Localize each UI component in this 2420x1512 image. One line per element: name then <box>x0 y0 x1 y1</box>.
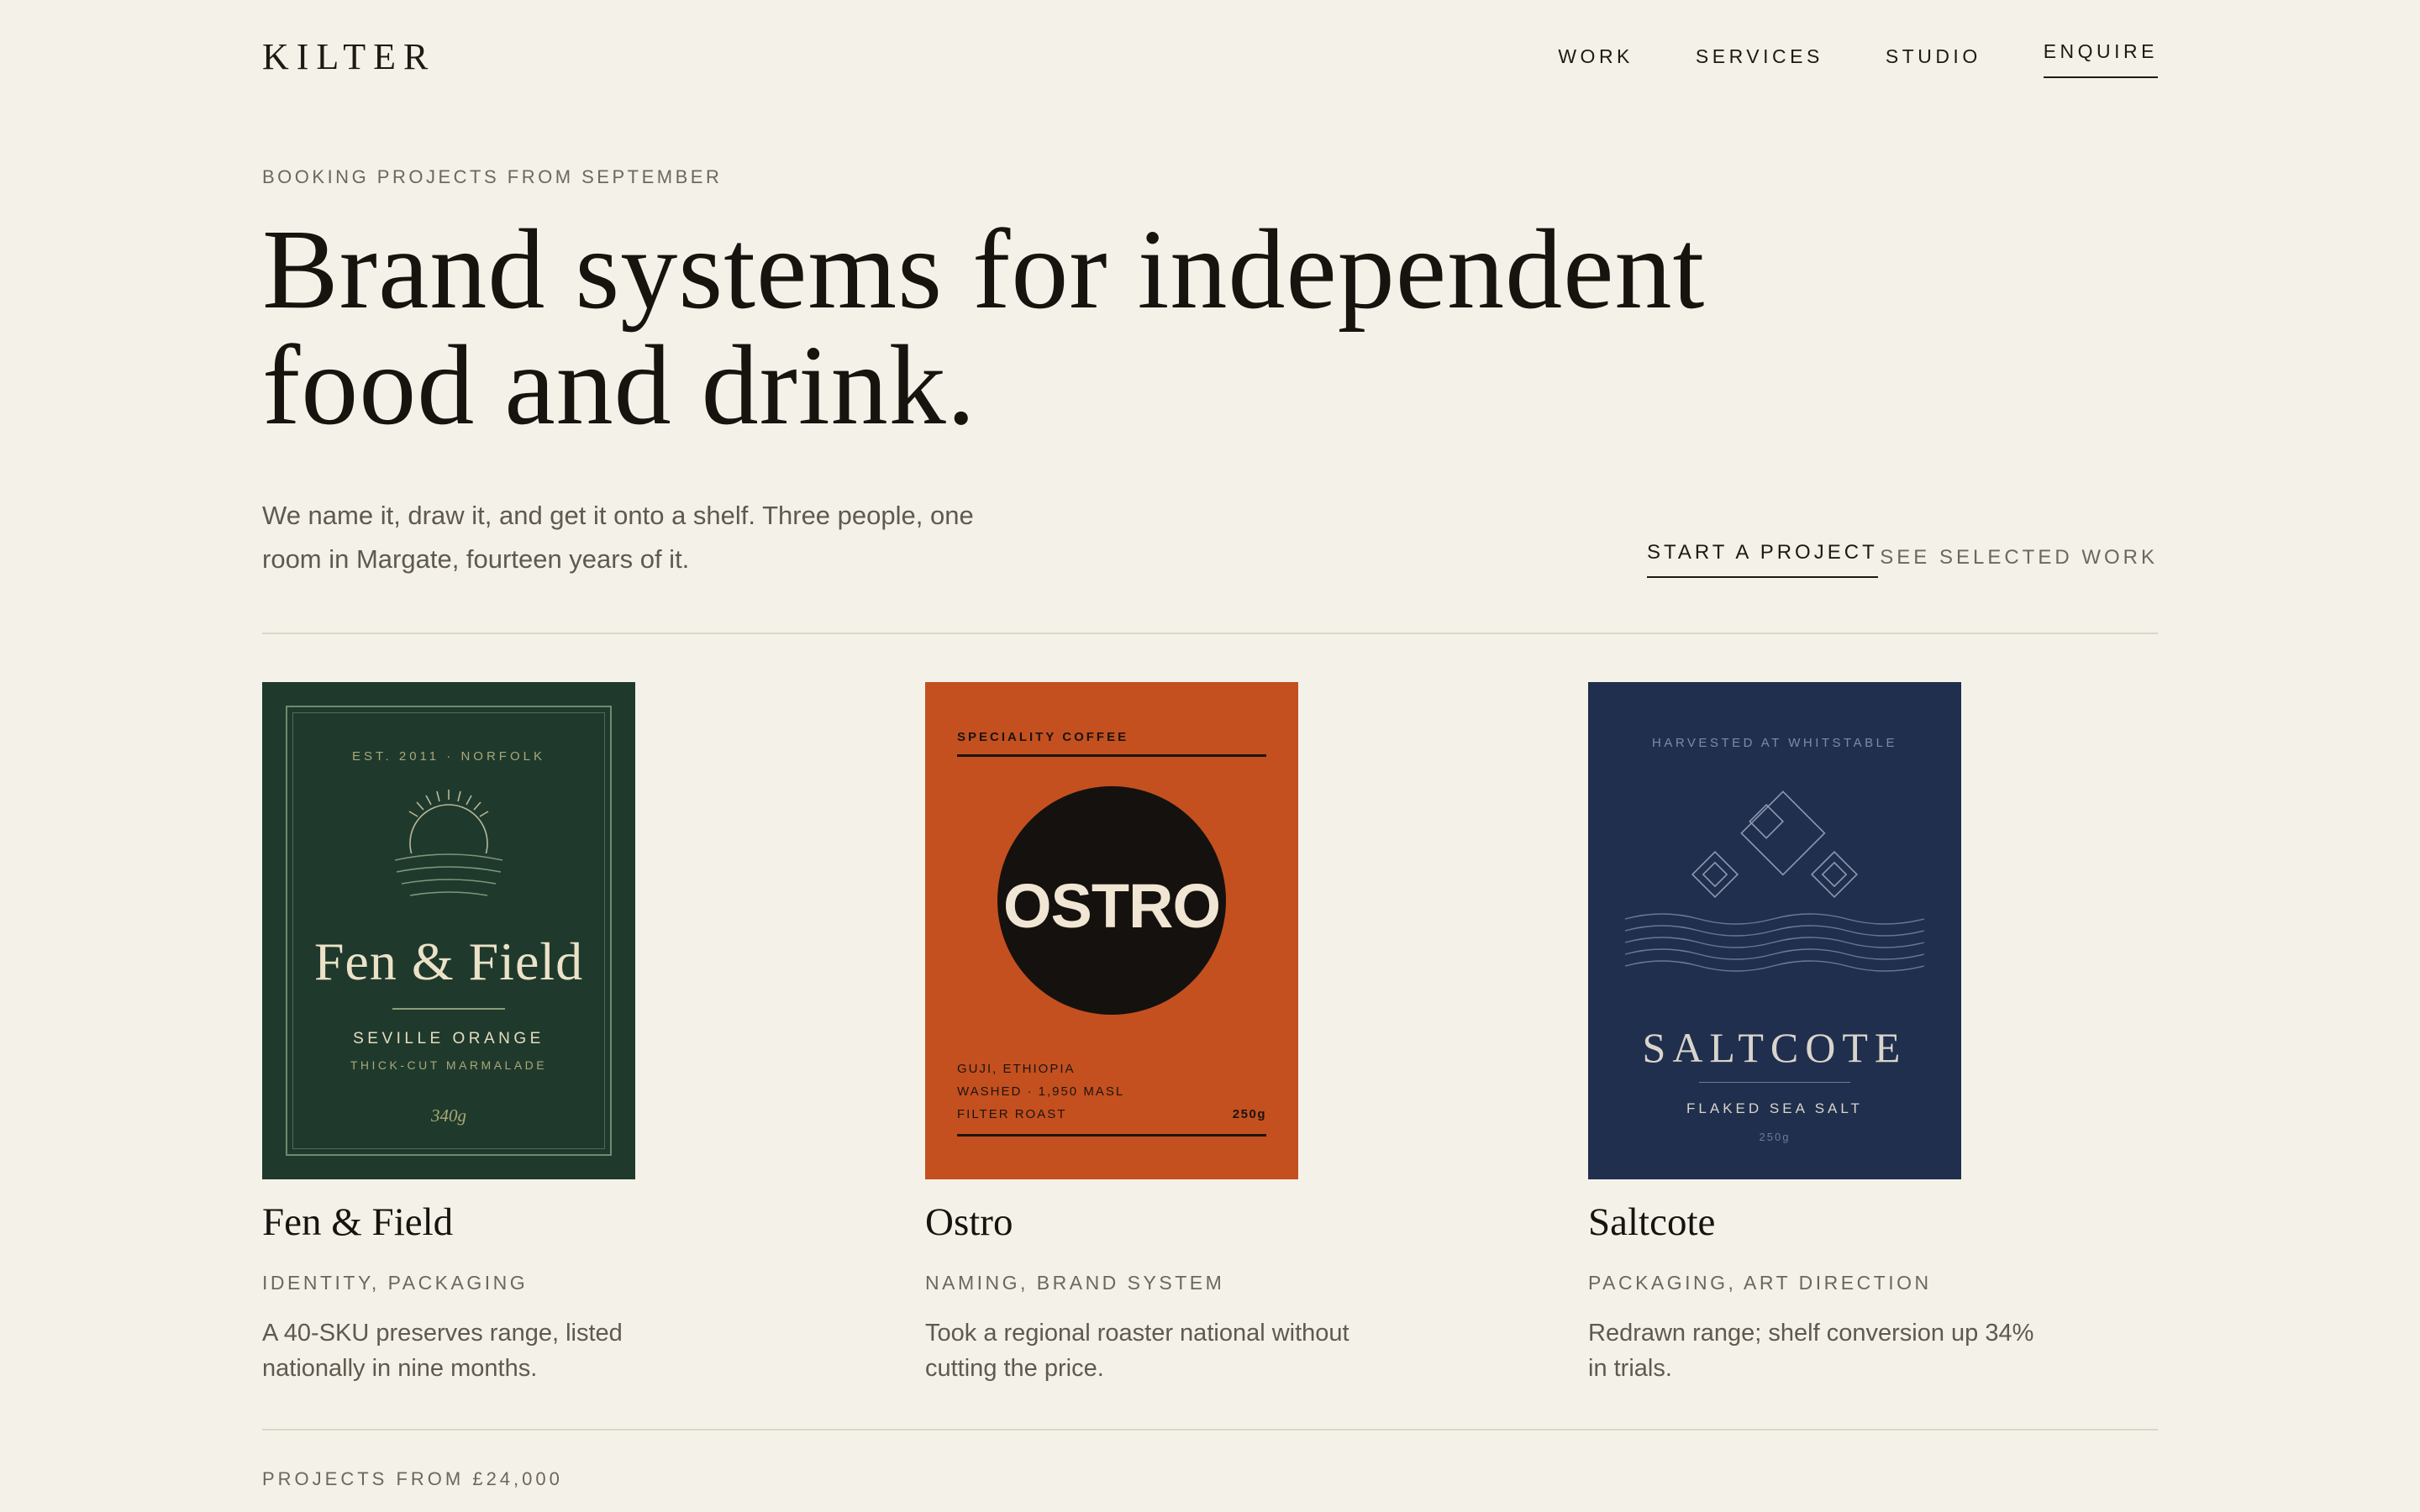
project-title[interactable]: Fen & Field <box>262 1200 453 1245</box>
project-card-ostro[interactable]: SPECIALITY COFFEE OSTRO GUJI, ETHIOPIA W… <box>925 682 1597 1382</box>
project-title[interactable]: Saltcote <box>1588 1200 1715 1245</box>
nav-studio[interactable]: STUDIO <box>1886 45 1981 78</box>
cover-variant: THICK-CUT MARMALADE <box>350 1058 548 1072</box>
cover-weight: 250g <box>1759 1131 1791 1143</box>
description-line-1: Redrawn range; shelf conversion up 34% <box>1588 1320 2034 1347</box>
cover-rule <box>1699 1082 1850 1083</box>
project-tags: PACKAGING, ART DIRECTION <box>1588 1272 1932 1294</box>
cover-origin: GUJI, ETHIOPIA <box>957 1062 1076 1076</box>
main-nav: WORK SERVICES STUDIO ENQUIRE <box>1558 40 2158 78</box>
hero-eyebrow: BOOKING PROJECTS FROM SEPTEMBER <box>262 166 723 187</box>
nav-work[interactable]: WORK <box>1558 45 1634 78</box>
project-card-saltcote[interactable]: HARVESTED AT WHITSTABLE SALTCOTE FLAKED … <box>1588 682 2260 1382</box>
cover-rule-bottom <box>957 1134 1266 1137</box>
cover-wordmark: OSTRO <box>1002 871 1221 941</box>
salt-crystals-icon <box>1624 790 1925 972</box>
headline-line-1: Brand systems for independent <box>262 207 1706 333</box>
cover-weight: 250g <box>1232 1107 1266 1121</box>
cover-rule-top <box>957 754 1266 757</box>
hero-intro: We name it, draw it, and get it onto a s… <box>262 494 1018 581</box>
project-description: Took a regional roaster national without… <box>925 1315 1396 1386</box>
footer-divider <box>262 1429 2158 1431</box>
cover-roast: FILTER ROAST <box>957 1107 1067 1121</box>
project-title[interactable]: Ostro <box>925 1200 1013 1245</box>
project-card-fen-field[interactable]: EST. 2011 · NORFOLK Fen & Field SEVILLE … <box>262 682 934 1382</box>
project-tags: NAMING, BRAND SYSTEM <box>925 1272 1225 1294</box>
project-description: Redrawn range; shelf conversion up 34% i… <box>1588 1315 2059 1386</box>
nav-services[interactable]: SERVICES <box>1696 45 1823 78</box>
project-tags: IDENTITY, PACKAGING <box>262 1272 529 1294</box>
cover-harvest-note: HARVESTED AT WHITSTABLE <box>1652 736 1897 750</box>
description-line-2: nationally in nine months. <box>262 1355 538 1382</box>
see-selected-work-link[interactable]: SEE SELECTED WORK <box>1880 546 2158 570</box>
start-project-link[interactable]: START A PROJECT <box>1647 541 1878 578</box>
headline-line-2: food and drink. <box>262 323 976 449</box>
sunrise-icon <box>390 790 508 909</box>
cover-process: WASHED · 1,950 MASL <box>957 1084 1125 1099</box>
project-cover-image[interactable]: HARVESTED AT WHITSTABLE SALTCOTE FLAKED … <box>1588 682 1961 1179</box>
pricing-note: PROJECTS FROM £24,000 <box>262 1468 563 1489</box>
intro-line-2: room in Margate, fourteen years of it. <box>262 544 690 574</box>
nav-enquire[interactable]: ENQUIRE <box>2043 40 2158 78</box>
divider <box>262 633 2158 634</box>
intro-line-1: We name it, draw it, and get it onto a s… <box>262 501 974 530</box>
cover-weight: 340g <box>431 1105 466 1126</box>
description-line-1: A 40-SKU preserves range, listed <box>262 1320 623 1347</box>
cover-brand-name: Fen & Field <box>313 932 584 991</box>
cover-category: SPECIALITY COFFEE <box>957 730 1129 744</box>
project-description: A 40-SKU preserves range, listed nationa… <box>262 1315 733 1386</box>
project-cover-image[interactable]: EST. 2011 · NORFOLK Fen & Field SEVILLE … <box>262 682 635 1179</box>
brand-logo[interactable]: KILTER <box>262 35 435 78</box>
cover-product: FLAKED SEA SALT <box>1686 1100 1863 1116</box>
cover-established: EST. 2011 · NORFOLK <box>352 749 545 764</box>
cover-rule <box>392 1008 505 1010</box>
description-line-1: Took a regional roaster national without <box>925 1320 1349 1347</box>
description-line-2: in trials. <box>1588 1355 1672 1382</box>
cover-brand-name: SALTCOTE <box>1642 1024 1907 1071</box>
hero-headline: Brand systems for independent food and d… <box>262 212 1859 444</box>
project-cover-image[interactable]: SPECIALITY COFFEE OSTRO GUJI, ETHIOPIA W… <box>925 682 1298 1179</box>
cover-product: SEVILLE ORANGE <box>353 1030 544 1047</box>
description-line-2: cutting the price. <box>925 1355 1104 1382</box>
